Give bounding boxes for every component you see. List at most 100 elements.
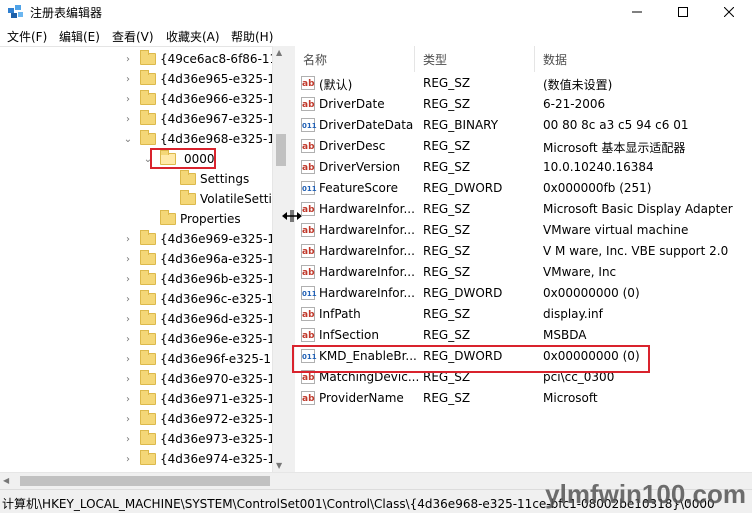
value-row[interactable]: ab HardwareInfor... REG_SZ V M ware, Inc. V… [295, 241, 752, 262]
tree-node-label: Settings [200, 172, 250, 186]
value-row[interactable]: ab InfSection REG_SZ MSBDA [295, 325, 752, 346]
tree-node-label: {4d36e972-e325-11 [160, 412, 283, 426]
tree-node-label: Properties [180, 212, 241, 226]
folder-icon [180, 190, 196, 205]
scroll-left-icon[interactable]: ◀ [3, 476, 9, 485]
value-row[interactable]: 011 FeatureScore REG_DWORD 0x000000fb (251) [295, 178, 752, 199]
binary-value-icon: 011 [301, 286, 317, 300]
tree-node[interactable]: › {4d36e96c-e325-11 [122, 289, 282, 309]
value-data: Microsoft Basic Display Adapter [543, 202, 733, 216]
tree-node[interactable]: › {4d36e974-e325-11 [122, 449, 283, 469]
tree-node[interactable]: VolatileSettin [162, 189, 279, 209]
value-row[interactable]: 011 DriverDateData REG_BINARY 00 80 8c a3 c… [295, 115, 752, 136]
value-row[interactable]: ab DriverDesc REG_SZ Microsoft 基本显示适配器 [295, 136, 752, 157]
chevron-down-icon[interactable]: ⌄ [122, 134, 134, 145]
value-row[interactable]: ab (默认) REG_SZ (数值未设置) [295, 73, 752, 94]
value-name: DriverDateData [319, 118, 414, 132]
chevron-right-icon[interactable]: › [122, 354, 134, 365]
tree-node[interactable]: › {4d36e972-e325-11 [122, 409, 283, 429]
chevron-right-icon[interactable]: › [122, 454, 134, 465]
value-name: DriverDesc [319, 139, 386, 153]
close-button[interactable] [706, 0, 752, 24]
minimize-button[interactable] [614, 0, 660, 24]
column-header-data[interactable]: 数据 [535, 46, 752, 72]
watermark-logo: ylmfwin100.com [545, 479, 746, 509]
scroll-up-icon[interactable]: ▲ [276, 48, 282, 57]
tree-node[interactable]: › {4d36e969-e325-11 [122, 229, 283, 249]
chevron-right-icon[interactable]: › [122, 314, 134, 325]
folder-icon [140, 270, 156, 285]
value-row[interactable]: ab HardwareInfor... REG_SZ Microsoft Basic … [295, 199, 752, 220]
tree-node[interactable]: Settings [162, 169, 249, 189]
value-type: REG_SZ [423, 160, 471, 174]
tree-node-label: {4d36e971-e325-11 [160, 392, 283, 406]
chevron-right-icon[interactable]: › [122, 434, 134, 445]
value-row[interactable]: ab HardwareInfor... REG_SZ VMware virtual m… [295, 220, 752, 241]
chevron-right-icon[interactable]: › [122, 254, 134, 265]
tree-node[interactable]: › {4d36e966-e325-11 [122, 89, 283, 109]
string-value-icon: ab [301, 265, 315, 279]
folder-icon [140, 410, 156, 425]
string-value-icon: ab [301, 307, 315, 321]
column-header-type[interactable]: 类型 [415, 46, 535, 72]
horizontal-scroll-thumb[interactable] [20, 476, 270, 486]
chevron-right-icon[interactable]: › [122, 94, 134, 105]
tree-node[interactable]: ⌄ {4d36e968-e325-11 [122, 129, 283, 149]
chevron-right-icon[interactable]: › [122, 234, 134, 245]
registry-tree[interactable]: › {49ce6ac8-6f86-11d › {4d36e965-e325-11 › {4… [0, 46, 290, 473]
values-list[interactable]: 名称 类型 数据 ab (默认) REG_SZ (数值未设置) ab DriverDate… [295, 46, 752, 472]
tree-node[interactable]: › {4d36e970-e325-11 [122, 369, 283, 389]
tree-vertical-scrollbar[interactable]: ▲ ▼ [272, 46, 290, 472]
chevron-right-icon[interactable]: › [122, 374, 134, 385]
value-row[interactable]: ab HardwareInfor... REG_SZ VMware, Inc [295, 262, 752, 283]
tree-node[interactable]: › {4d36e971-e325-11 [122, 389, 283, 409]
tree-node-label: {4d36e974-e325-11 [160, 452, 283, 466]
chevron-right-icon[interactable]: › [122, 414, 134, 425]
tree-node[interactable]: › {4d36e96e-e325-11 [122, 329, 282, 349]
chevron-right-icon[interactable]: › [122, 334, 134, 345]
menu-favorites[interactable]: 收藏夹(A) [166, 28, 220, 45]
tree-node[interactable]: › {4d36e965-e325-11 [122, 69, 283, 89]
regedit-app-icon [8, 5, 23, 18]
value-data: V M ware, Inc. VBE support 2.0 [543, 244, 729, 258]
scroll-down-icon[interactable]: ▼ [276, 461, 282, 470]
folder-icon [140, 450, 156, 465]
value-type: REG_SZ [423, 307, 471, 321]
value-name: DriverVersion [319, 160, 401, 174]
value-name: HardwareInfor... [319, 244, 415, 258]
chevron-right-icon[interactable]: › [122, 74, 134, 85]
column-header-name[interactable]: 名称 [295, 46, 415, 72]
chevron-right-icon[interactable]: › [122, 54, 134, 65]
chevron-right-icon[interactable]: › [122, 394, 134, 405]
tree-node[interactable]: › {4d36e96b-e325-11 [122, 269, 283, 289]
tree-node-label: {4d36e96d-e325-11 [160, 312, 283, 326]
value-type: REG_SZ [423, 244, 471, 258]
value-row[interactable]: 011 HardwareInfor... REG_DWORD 0x00000000 (… [295, 283, 752, 304]
value-data: 10.0.10240.16384 [543, 160, 654, 174]
tree-node[interactable]: Properties [142, 209, 241, 229]
chevron-right-icon[interactable]: › [122, 274, 134, 285]
value-row[interactable]: ab DriverVersion REG_SZ 10.0.10240.16384 [295, 157, 752, 178]
chevron-right-icon[interactable]: › [122, 294, 134, 305]
tree-scroll-thumb[interactable] [276, 134, 286, 166]
menu-help[interactable]: 帮助(H) [231, 28, 273, 45]
folder-icon [140, 130, 156, 145]
value-row[interactable]: ab DriverDate REG_SZ 6-21-2006 [295, 94, 752, 115]
window-title: 注册表编辑器 [30, 6, 103, 20]
menu-edit[interactable]: 编辑(E) [59, 28, 100, 45]
value-row[interactable]: ab InfPath REG_SZ display.inf [295, 304, 752, 325]
tree-node[interactable]: › {49ce6ac8-6f86-11d [122, 49, 285, 69]
tree-node[interactable]: › {4d36e967-e325-11 [122, 109, 283, 129]
chevron-right-icon[interactable]: › [122, 114, 134, 125]
string-value-icon: ab [301, 328, 315, 342]
tree-node[interactable]: › {4d36e96d-e325-11 [122, 309, 283, 329]
tree-node[interactable]: › {4d36e973-e325-11 [122, 429, 283, 449]
tree-node[interactable]: › {4d36e96a-e325-11 [122, 249, 282, 269]
menu-view[interactable]: 查看(V) [112, 28, 154, 45]
value-row[interactable]: ab ProviderName REG_SZ Microsoft [295, 388, 752, 409]
minimize-icon [632, 11, 642, 13]
tree-node[interactable]: › {4d36e96f-e325-11c [122, 349, 285, 369]
folder-icon [180, 170, 196, 185]
menu-file[interactable]: 文件(F) [7, 28, 47, 45]
maximize-button[interactable] [660, 0, 706, 24]
